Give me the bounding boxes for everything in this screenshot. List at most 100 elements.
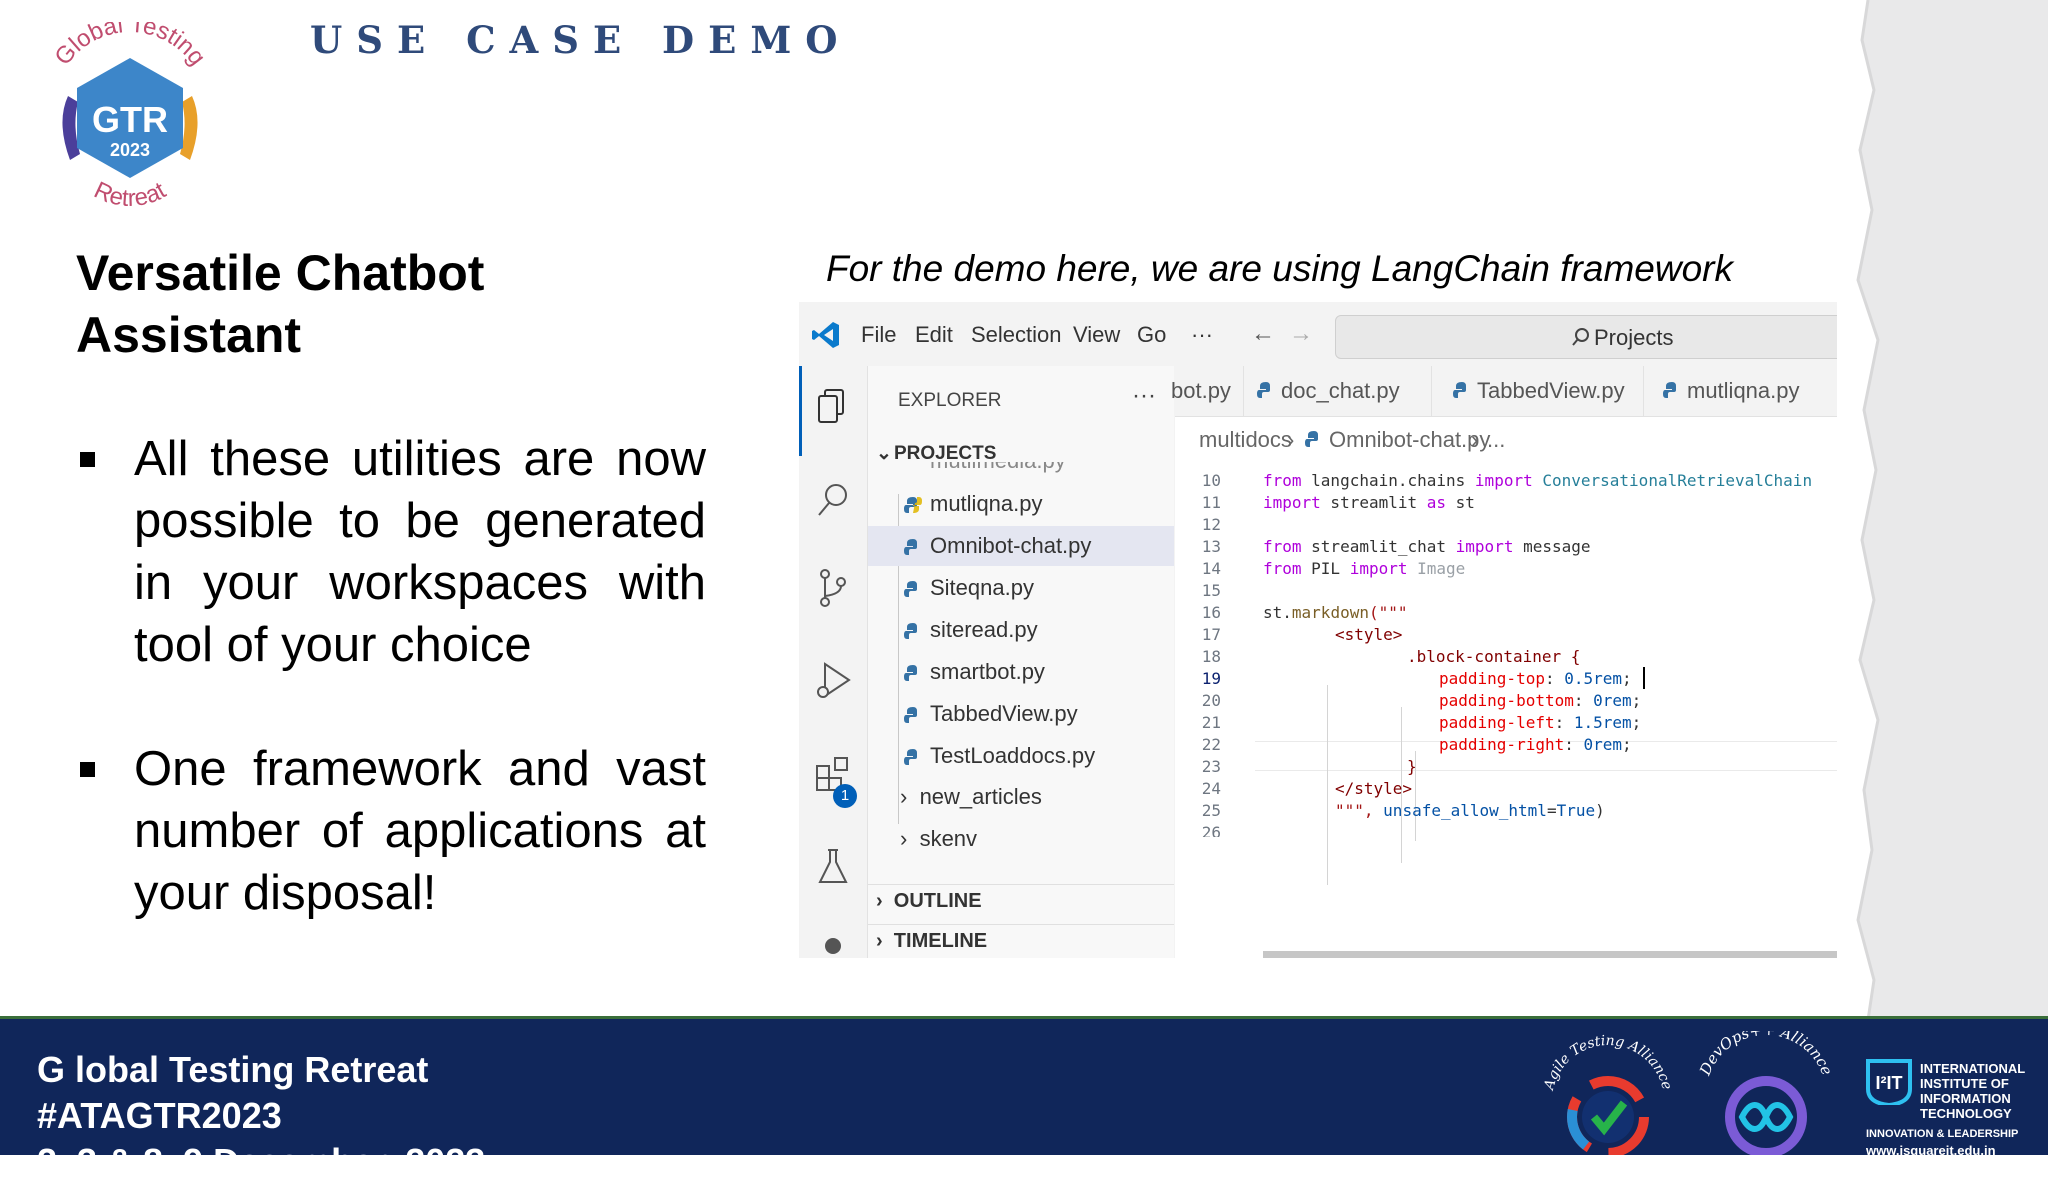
- line-number: 10: [1201, 471, 1221, 490]
- activity-bar: 1: [799, 366, 868, 958]
- file-name: TestLoaddocs.py: [930, 743, 1096, 768]
- breadcrumb-more[interactable]: ...: [1487, 427, 1505, 453]
- source-control-icon[interactable]: [811, 566, 855, 610]
- file-name: mutliqna.py: [930, 491, 1043, 516]
- chevron-right-icon: ›: [900, 784, 908, 809]
- file-item-selected[interactable]: Omnibot-chat.py: [868, 526, 1174, 566]
- code-line: <style>: [1335, 625, 1403, 644]
- file-item[interactable]: siteread.py: [868, 610, 1174, 650]
- agile-testing-alliance-logo: Agile Testing Alliance: [1541, 1033, 1675, 1155]
- logo-mark: GTR: [92, 99, 168, 140]
- file-name: Omnibot-chat.py: [930, 533, 1092, 558]
- breadcrumb-folder[interactable]: multidocs: [1199, 427, 1292, 453]
- tab-doc-chat[interactable]: doc_chat.py: [1243, 366, 1432, 416]
- code-line: padding-bottom: 0rem;: [1439, 691, 1642, 710]
- python-file-icon: [904, 665, 917, 681]
- line-number: 24: [1201, 779, 1221, 798]
- chevron-right-icon: ›: [900, 826, 908, 851]
- menu-go[interactable]: Go: [1137, 322, 1166, 348]
- explorer-sidebar: EXPLORER ··· ⌄PROJECTS mutlimedia.py mut…: [868, 366, 1174, 958]
- line-number: 14: [1201, 559, 1221, 578]
- code-editor[interactable]: 10 11 12 13 14 15 16 17 18 19 20 21 22 2…: [1175, 459, 1837, 958]
- file-item-partial[interactable]: mutlimedia.py: [868, 462, 1174, 482]
- outline-label: OUTLINE: [893, 890, 982, 912]
- breadcrumb: multidocs › Omnibot-chat.py › ...: [1175, 417, 1837, 459]
- bullet-square-icon: [80, 762, 95, 777]
- code-line: from streamlit_chat import message: [1263, 537, 1591, 556]
- menu-selection[interactable]: Selection: [971, 322, 1062, 348]
- footer-bar: G lobal Testing Retreat #ATAGTR2023 2, 3…: [0, 1016, 2048, 1182]
- line-number: 21: [1201, 713, 1221, 732]
- tab-tabbedview[interactable]: TabbedView.py: [1431, 366, 1644, 416]
- line-number: 22: [1201, 735, 1221, 754]
- text-cursor: [1643, 667, 1645, 689]
- explorer-icon[interactable]: [811, 384, 855, 428]
- section-divider: [868, 924, 1174, 925]
- line-number: 12: [1201, 515, 1221, 534]
- file-name: mutlimedia.py: [930, 462, 1066, 474]
- editor-tabs: bot.py doc_chat.py TabbedView.py mutliqn…: [1171, 366, 1837, 417]
- code-line: padding-top: 0.5rem;: [1439, 669, 1632, 688]
- menu-edit[interactable]: Edit: [915, 322, 953, 348]
- iit-name: INTERNATIONAL INSTITUTE OF INFORMATION T…: [1920, 1061, 2026, 1121]
- tab-label: bot.py: [1171, 378, 1231, 403]
- file-name: Siteqna.py: [930, 575, 1034, 600]
- python-file-icon: [904, 707, 917, 723]
- testing-flask-icon[interactable]: [811, 844, 855, 888]
- line-number: 11: [1201, 493, 1221, 512]
- menu-more[interactable]: ···: [1191, 322, 1213, 348]
- title-bar: File Edit Selection View Go ··· ← → Proj…: [799, 302, 1837, 366]
- command-center-search[interactable]: Projects: [1335, 315, 1837, 359]
- line-number: 26: [1201, 823, 1221, 837]
- account-icon[interactable]: [811, 932, 855, 958]
- breadcrumb-file[interactable]: Omnibot-chat.py: [1329, 427, 1490, 453]
- chevron-right-icon: ›: [876, 890, 883, 912]
- projects-label: PROJECTS: [894, 443, 997, 464]
- section-header: USE CASE DEMO: [310, 18, 852, 62]
- isquareit-logo: I²IT INTERNATIONAL INSTITUTE OF INFORMAT…: [1864, 1031, 2044, 1158]
- tab-bot[interactable]: bot.py: [1167, 366, 1244, 416]
- folder-item[interactable]: › skenv: [900, 826, 977, 852]
- svg-text:I²IT: I²IT: [1876, 1073, 1903, 1093]
- code-line: }: [1407, 757, 1417, 776]
- forward-arrow-icon[interactable]: →: [1289, 320, 1313, 348]
- python-file-icon: [1305, 431, 1318, 447]
- code-line: st.markdown(""": [1263, 603, 1408, 622]
- code-line: padding-right: 0rem;: [1439, 735, 1632, 754]
- search-label: Projects: [1594, 325, 1674, 350]
- back-arrow-icon[interactable]: ←: [1251, 320, 1275, 348]
- code-line: """, unsafe_allow_html=True): [1335, 801, 1605, 820]
- file-name: TabbedView.py: [930, 701, 1078, 726]
- iit-url[interactable]: www.isquareit.edu.in: [1866, 1143, 1996, 1158]
- logo-bottom-arc: Retreat: [90, 177, 171, 212]
- active-indicator: [799, 366, 802, 456]
- code-line: from langchain.chains import Conversatio…: [1263, 471, 1813, 490]
- run-debug-icon[interactable]: [811, 658, 855, 702]
- menu-file[interactable]: File: [861, 322, 896, 348]
- line-number: 17: [1201, 625, 1221, 644]
- indent-guide: [1327, 685, 1328, 885]
- file-item[interactable]: Siteqna.py: [868, 568, 1174, 608]
- chevron-right-icon: ›: [876, 930, 883, 952]
- file-item[interactable]: TabbedView.py: [868, 694, 1174, 734]
- line-number: 23: [1201, 757, 1221, 776]
- slide-title-line1: Versatile Chatbot: [76, 245, 485, 301]
- file-item[interactable]: mutliqna.py: [868, 484, 1174, 524]
- search-sidebar-icon[interactable]: [811, 478, 855, 522]
- file-item[interactable]: smartbot.py: [868, 652, 1174, 692]
- bullet-item: One framework and vast number of applica…: [76, 738, 706, 924]
- menu-view[interactable]: View: [1073, 322, 1120, 348]
- explorer-more-icon[interactable]: ···: [1132, 382, 1156, 410]
- tab-mutliqna[interactable]: mutliqna.py: [1643, 366, 1837, 416]
- line-number: 15: [1201, 581, 1221, 600]
- horizontal-scrollbar[interactable]: [1263, 951, 1837, 958]
- slide-title-line2: Assistant: [76, 307, 302, 363]
- outline-section-header[interactable]: › OUTLINE: [876, 890, 982, 913]
- tab-label: doc_chat.py: [1281, 378, 1400, 403]
- explorer-header: EXPLORER: [898, 390, 1002, 411]
- timeline-section-header[interactable]: › TIMELINE: [876, 930, 987, 953]
- bullet-item: All these utilities are now possible to …: [76, 428, 706, 676]
- file-item[interactable]: TestLoaddocs.py: [868, 736, 1174, 776]
- folder-item[interactable]: › new_articles: [900, 784, 1042, 810]
- slide-title: Versatile Chatbot Assistant: [76, 242, 636, 366]
